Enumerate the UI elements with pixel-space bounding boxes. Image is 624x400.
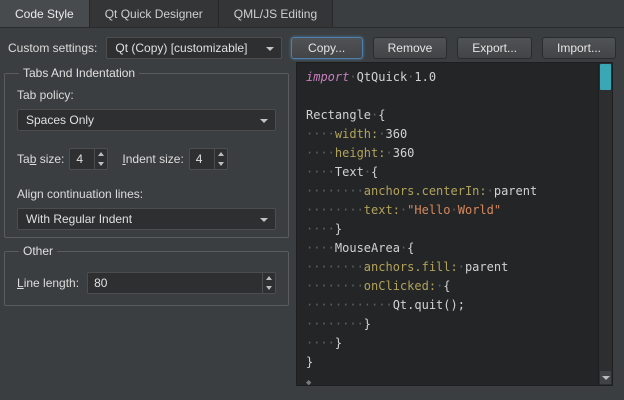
custom-settings-combo[interactable]: Qt (Copy) [customizable] bbox=[106, 37, 282, 59]
align-continuation-label: Align continuation lines: bbox=[17, 187, 276, 201]
custom-settings-combo-value: Qt (Copy) [customizable] bbox=[115, 41, 247, 55]
indent-size-spinbox[interactable]: 4 bbox=[189, 148, 228, 170]
tab-policy-label: Tab policy: bbox=[17, 88, 276, 102]
import-button[interactable]: Import... bbox=[542, 37, 616, 59]
tab-code-style[interactable]: Code Style bbox=[0, 0, 90, 27]
group-other: Other Line length: 80 bbox=[4, 244, 289, 306]
tab-qmljs-editing[interactable]: QML/JS Editing bbox=[219, 0, 333, 27]
remove-button[interactable]: Remove bbox=[373, 37, 448, 59]
spin-up-button[interactable] bbox=[263, 273, 275, 283]
align-continuation-combo[interactable]: With Regular Indent bbox=[17, 208, 276, 230]
spin-up-button[interactable] bbox=[95, 149, 107, 159]
chevron-down-icon bbox=[602, 376, 610, 380]
chevron-down-icon bbox=[98, 162, 104, 166]
align-continuation-combo-value: With Regular Indent bbox=[26, 212, 132, 226]
spin-down-button[interactable] bbox=[215, 159, 227, 169]
copy-button[interactable]: Copy... bbox=[291, 37, 363, 59]
line-length-spin-buttons bbox=[262, 273, 275, 293]
spin-up-button[interactable] bbox=[215, 149, 227, 159]
line-length-row: Line length: 80 bbox=[17, 272, 276, 294]
spin-down-button[interactable] bbox=[95, 159, 107, 169]
chevron-up-icon bbox=[98, 152, 104, 156]
group-other-title: Other bbox=[19, 244, 57, 258]
tab-size-spinbox[interactable]: 4 bbox=[69, 148, 108, 170]
group-tabs-and-indentation-title: Tabs And Indentation bbox=[19, 66, 139, 80]
line-length-spinbox[interactable]: 80 bbox=[87, 272, 276, 294]
code-preview-editor[interactable]: import·QtQuick·1.0Rectangle·{····width:·… bbox=[296, 62, 613, 386]
spin-down-button[interactable] bbox=[263, 283, 275, 293]
custom-settings-row: Custom settings: Qt (Copy) [customizable… bbox=[8, 36, 616, 60]
tab-policy-combo[interactable]: Spaces Only bbox=[17, 109, 276, 131]
chevron-down-icon bbox=[266, 286, 272, 290]
indent-size-spin-buttons bbox=[214, 149, 227, 169]
code-lines: import·QtQuick·1.0Rectangle·{····width:·… bbox=[297, 63, 598, 385]
tab-size-spin-buttons bbox=[94, 149, 107, 169]
tab-policy-combo-value: Spaces Only bbox=[26, 113, 94, 127]
tab-qt-quick-designer[interactable]: Qt Quick Designer bbox=[90, 0, 219, 27]
export-button[interactable]: Export... bbox=[457, 37, 532, 59]
chevron-down-icon bbox=[260, 218, 268, 222]
line-length-value: 80 bbox=[88, 273, 262, 293]
tab-bar: Code Style Qt Quick Designer QML/JS Edit… bbox=[0, 0, 624, 28]
tab-size-label: Tab size: bbox=[17, 152, 64, 166]
sizes-row: Tab size: 4 Indent size: 4 bbox=[17, 148, 276, 170]
chevron-down-icon bbox=[260, 119, 268, 123]
chevron-up-icon bbox=[266, 276, 272, 280]
group-tabs-and-indentation: Tabs And Indentation Tab policy: Spaces … bbox=[4, 66, 289, 238]
scrollbar-down-button[interactable] bbox=[600, 371, 611, 384]
custom-settings-label: Custom settings: bbox=[8, 41, 97, 55]
tab-size-value: 4 bbox=[70, 149, 94, 169]
indent-size-label: Indent size: bbox=[122, 152, 183, 166]
line-length-label: Line length: bbox=[17, 276, 79, 290]
chevron-down-icon bbox=[218, 162, 224, 166]
editor-scrollbar[interactable] bbox=[598, 63, 612, 385]
chevron-up-icon bbox=[218, 152, 224, 156]
chevron-down-icon bbox=[266, 47, 274, 51]
indent-size-value: 4 bbox=[190, 149, 214, 169]
scrollbar-thumb[interactable] bbox=[600, 64, 611, 90]
tab-bar-filler bbox=[333, 0, 624, 27]
code-style-settings-pane: { "tabs": [ { "label": "Code Style", "ac… bbox=[0, 0, 624, 400]
